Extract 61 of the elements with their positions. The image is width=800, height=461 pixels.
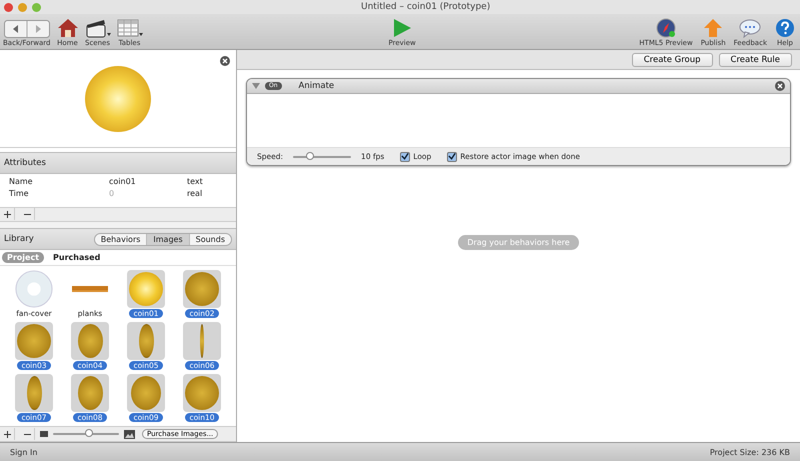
disc-icon [15, 269, 53, 310]
planks-icon [72, 286, 108, 292]
plus-icon [4, 210, 10, 218]
coin-icon [185, 376, 219, 410]
attribute-value[interactable]: coin01 [109, 177, 187, 186]
close-light-icon[interactable] [4, 2, 13, 12]
play-icon [392, 18, 412, 38]
coin-icon [138, 324, 154, 358]
checkbox[interactable] [447, 152, 458, 162]
close-icon[interactable] [220, 56, 230, 66]
house-icon [56, 18, 79, 38]
back-forward-icon [4, 20, 50, 38]
attribute-name: Name [8, 177, 34, 186]
image-thumbnail[interactable] [127, 270, 165, 308]
compass-icon [656, 18, 676, 38]
zoom-light-icon[interactable] [32, 2, 41, 12]
help-icon [775, 18, 795, 38]
source-tab[interactable]: Purchased [48, 252, 106, 264]
library-tab[interactable]: Sounds [190, 234, 231, 245]
speech-bubble-icon [739, 18, 762, 38]
small-image-icon [40, 431, 48, 438]
action-button[interactable]: Create Rule [718, 52, 792, 66]
coin-icon [78, 376, 102, 410]
coin-icon [185, 272, 219, 306]
attributes-title: Attributes [4, 158, 46, 168]
image-thumbnail[interactable] [15, 270, 53, 308]
attribute-type: real [187, 189, 204, 198]
image-thumbnail[interactable] [183, 322, 221, 360]
coin-icon [129, 272, 163, 306]
image-thumbnail[interactable] [183, 374, 221, 412]
behavior-title: Animate [298, 81, 334, 91]
image-thumbnail[interactable] [71, 322, 109, 360]
large-image-icon [124, 430, 135, 439]
image-thumbnail[interactable] [15, 374, 53, 412]
coin-icon [17, 324, 51, 358]
coin-icon [200, 324, 204, 358]
image-thumbnail[interactable] [183, 270, 221, 308]
image-thumbnail[interactable] [15, 322, 53, 360]
clapperboard-icon [84, 18, 111, 38]
project-size: Project Size: 236 KB [710, 448, 790, 456]
library-title: Library [4, 234, 34, 244]
image-thumbnail[interactable] [127, 374, 165, 412]
close-icon[interactable] [775, 81, 785, 91]
window-title: Untitled – coin01 (Prototype) [361, 2, 490, 12]
minimize-light-icon[interactable] [18, 2, 27, 12]
image-thumbnail[interactable] [127, 322, 165, 360]
checkbox[interactable] [400, 152, 410, 162]
drop-hint: Drag your behaviors here [458, 235, 579, 250]
disclosure-triangle-icon[interactable] [252, 83, 260, 89]
coin-icon [26, 376, 42, 410]
up-arrow-icon [703, 18, 724, 38]
table-icon [116, 18, 143, 38]
image-thumbnail[interactable] [71, 374, 109, 412]
sign-in-link[interactable]: Sign In [10, 448, 38, 456]
coin-icon [131, 376, 161, 410]
coin-icon [78, 324, 102, 358]
action-button[interactable]: Create Group [632, 52, 713, 66]
library-tab[interactable]: Images [147, 234, 190, 245]
attribute-type: text [187, 177, 204, 186]
attribute-name: Time [8, 189, 30, 198]
plus-icon [4, 430, 10, 438]
